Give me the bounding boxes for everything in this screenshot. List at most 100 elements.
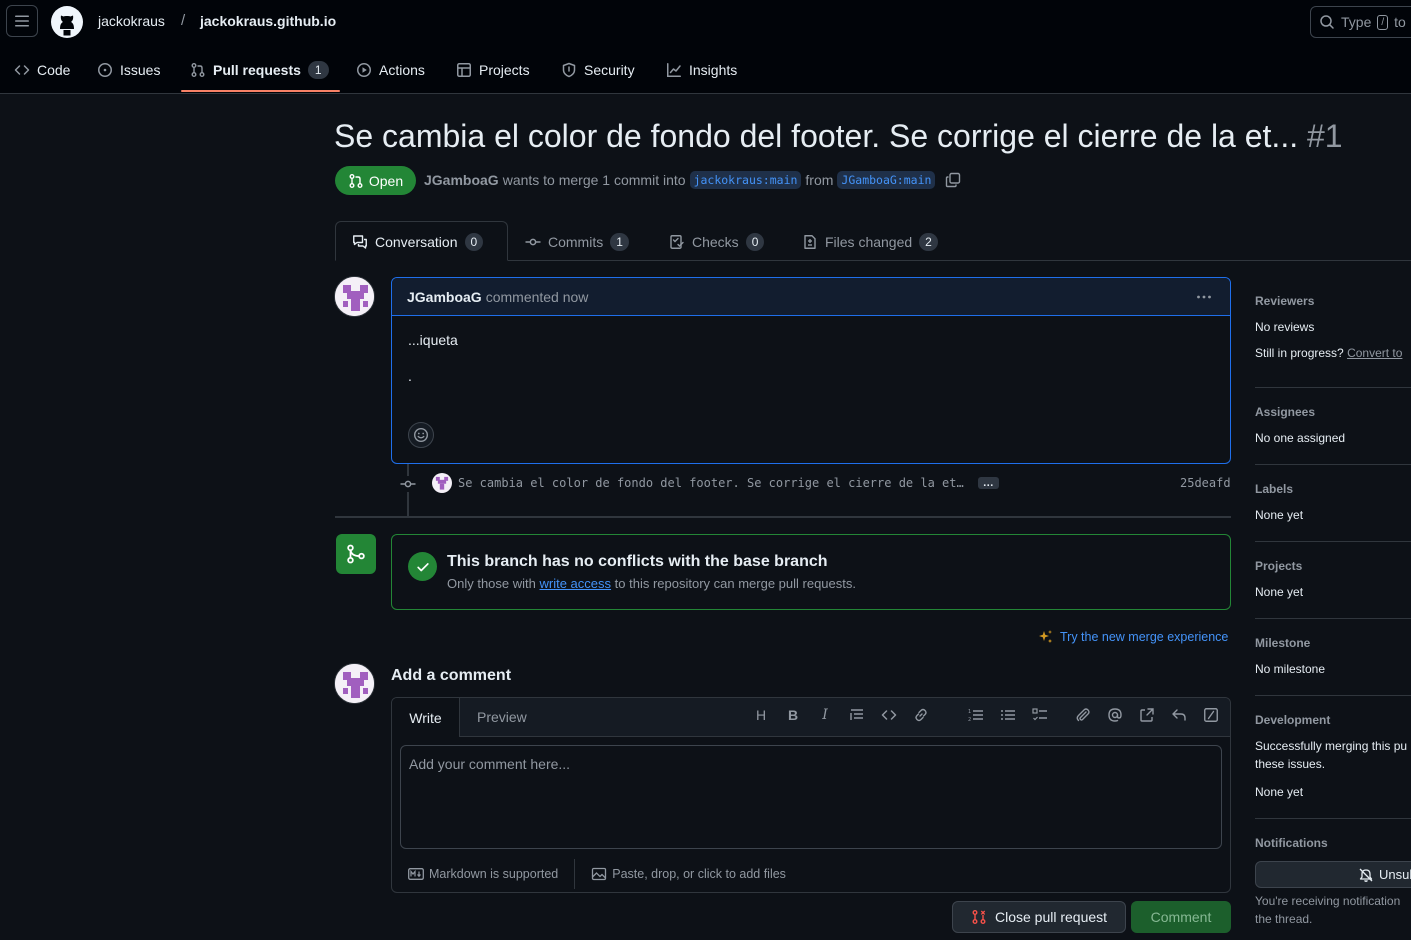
link-icon[interactable] [905, 707, 937, 723]
heading-icon[interactable]: H [745, 707, 777, 723]
reply-icon[interactable] [1163, 707, 1195, 723]
commit-message-link[interactable]: Se cambia el color de fondo del footer. … [458, 476, 964, 490]
merge-status-title: This branch has no conflicts with the ba… [447, 553, 828, 570]
tab-commits-label: Commits [548, 234, 604, 250]
comment-textarea[interactable]: Add your comment here... [400, 745, 1222, 849]
projects-heading[interactable]: Projects [1255, 559, 1302, 573]
commit-icon [525, 238, 541, 246]
editor-footer: Markdown is supported Paste, drop, or cl… [392, 855, 1230, 892]
reviewers-heading[interactable]: Reviewers [1255, 294, 1314, 308]
italic-icon[interactable]: I [809, 707, 841, 723]
avatar[interactable] [334, 663, 375, 704]
base-branch[interactable]: jackokraus:main [689, 171, 802, 189]
paperclip-icon[interactable] [1067, 707, 1099, 723]
unsubscribe-button[interactable]: Unsub [1255, 861, 1411, 888]
nav-code[interactable]: Code [14, 58, 70, 82]
github-logo-icon[interactable] [51, 6, 83, 38]
avatar[interactable] [432, 473, 452, 493]
pr-title: Se cambia el color de fondo del footer. … [334, 118, 1299, 154]
cross-reference-icon[interactable] [1131, 707, 1163, 723]
code-icon[interactable] [873, 707, 905, 723]
nav-security[interactable]: Security [561, 58, 635, 82]
slash-commands-icon[interactable] [1195, 707, 1227, 723]
svg-text:1: 1 [968, 709, 971, 715]
nav-projects[interactable]: Projects [456, 58, 530, 82]
unsubscribe-label: Unsub [1379, 867, 1411, 882]
tab-write[interactable]: Write [392, 698, 460, 737]
comment-box: JGamboaG commented now ...iqueta . [391, 277, 1231, 464]
commit-icon [400, 476, 416, 492]
avatar[interactable] [334, 276, 375, 317]
try-new-merge-link[interactable]: Try the new merge experience [1038, 629, 1228, 645]
unordered-list-icon[interactable] [992, 707, 1024, 723]
merge-status-subtitle: Only those with write access to this rep… [447, 576, 856, 591]
add-reaction-button[interactable] [408, 422, 434, 448]
tab-conversation-count: 0 [464, 233, 484, 251]
assignees-heading[interactable]: Assignees [1255, 405, 1315, 419]
nav-actions[interactable]: Actions [356, 58, 425, 82]
head-branch[interactable]: JGamboaG:main [837, 171, 936, 189]
markdown-icon [408, 868, 424, 880]
nav-insights[interactable]: Insights [666, 58, 737, 82]
convert-to-draft-link[interactable]: Convert to [1347, 346, 1402, 360]
kebab-horizontal-icon[interactable] [1196, 289, 1212, 305]
repo-name-link[interactable]: jackokraus.github.io [200, 13, 336, 29]
tab-files-changed-count: 2 [919, 233, 938, 251]
milestone-value: No milestone [1255, 662, 1326, 676]
development-heading[interactable]: Development [1255, 713, 1330, 727]
search-input[interactable]: Type / to [1310, 6, 1411, 38]
repo-header: jackokraus / jackokraus.github.io Type /… [0, 0, 1411, 94]
attach-files-button[interactable]: Paste, drop, or click to add files [575, 866, 802, 882]
tasklist-icon[interactable] [1024, 707, 1056, 723]
commit-sha-link[interactable]: 25deafd [1180, 476, 1231, 490]
comment-body: ...iqueta . [392, 316, 1230, 463]
notifications-text: You're receiving notification [1255, 894, 1401, 908]
checklist-icon [670, 235, 684, 249]
pr-author-link[interactable]: JGamboaG [424, 172, 499, 188]
bold-icon[interactable]: B [777, 707, 809, 723]
tab-files-changed[interactable]: Files changed 2 [802, 231, 938, 253]
search-shortcut-key: / [1377, 14, 1389, 30]
pull-request-icon [349, 173, 363, 188]
commit-expand-button[interactable]: … [977, 477, 999, 489]
markdown-support-link[interactable]: Markdown is supported [392, 867, 574, 881]
tab-conversation-label: Conversation [375, 234, 458, 250]
sidebar-divider [1255, 387, 1411, 388]
mention-icon[interactable] [1099, 707, 1131, 723]
nav-actions-label: Actions [379, 62, 425, 78]
nav-pull-requests[interactable]: Pull requests 1 [190, 58, 329, 82]
comment-meta[interactable]: commented now [486, 289, 589, 305]
tab-preview[interactable]: Preview [477, 709, 527, 725]
pr-merge-text: wants to merge 1 commit into [502, 172, 686, 188]
file-diff-icon [804, 235, 816, 249]
copy-icon[interactable] [945, 172, 961, 188]
check-circle-icon [408, 552, 437, 581]
tab-commits[interactable]: Commits 1 [525, 231, 629, 253]
repo-owner-link[interactable]: jackokraus [98, 13, 165, 29]
labels-heading[interactable]: Labels [1255, 482, 1293, 496]
hamburger-icon [15, 15, 29, 27]
tab-checks[interactable]: Checks 0 [669, 231, 765, 253]
projects-value: None yet [1255, 585, 1304, 599]
tab-checks-label: Checks [692, 234, 739, 250]
insert-toolbar [1067, 707, 1227, 723]
milestone-heading[interactable]: Milestone [1255, 636, 1310, 650]
shield-icon [562, 62, 576, 78]
identicon-icon [335, 277, 374, 316]
ordered-list-icon[interactable]: 12 [960, 707, 992, 723]
search-icon [1320, 15, 1334, 29]
comment-author[interactable]: JGamboaG [407, 289, 482, 305]
menu-button[interactable] [6, 5, 38, 37]
write-access-link[interactable]: write access [540, 576, 612, 591]
close-pull-request-button[interactable]: Close pull request [952, 901, 1126, 933]
comment-button[interactable]: Comment [1131, 901, 1231, 933]
still-in-progress-text: Still in progress? [1255, 346, 1344, 360]
svg-text:2: 2 [968, 717, 971, 723]
path-separator: / [181, 12, 186, 29]
nav-issues[interactable]: Issues [97, 58, 160, 82]
bell-slash-icon [1359, 868, 1373, 882]
quote-icon[interactable] [841, 707, 873, 723]
list-toolbar: 12 [960, 707, 1056, 723]
tab-conversation[interactable]: Conversation 0 [352, 231, 484, 253]
nav-code-label: Code [37, 62, 71, 78]
